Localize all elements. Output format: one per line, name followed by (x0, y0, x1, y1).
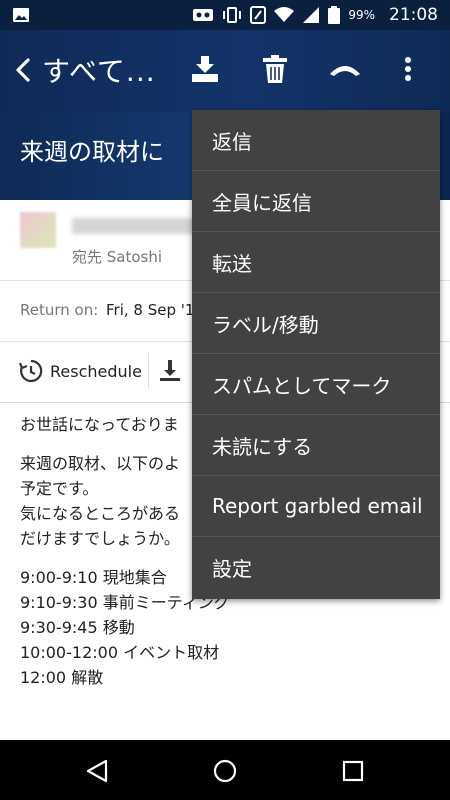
menu-item-reply-all[interactable]: 全員に返信 (192, 171, 440, 232)
system-nav-bar (0, 740, 450, 800)
nav-back-icon[interactable] (84, 758, 110, 784)
status-bar: 99% 21:08 (0, 0, 450, 30)
trash-icon[interactable] (258, 52, 292, 86)
return-on-label: Return on: (20, 301, 99, 319)
menu-item-mark-unread[interactable]: 未読にする (192, 415, 440, 476)
clock: 21:08 (389, 5, 438, 25)
nfc-icon (250, 6, 267, 24)
action-divider (148, 354, 149, 388)
snooze-boomerang-icon[interactable] (328, 52, 362, 86)
wifi-icon (274, 7, 295, 22)
nav-recents-icon[interactable] (340, 758, 366, 784)
body-line: 来週の取材、以下のよ (20, 454, 181, 473)
body-line: だけますでしょうか。 (20, 529, 180, 548)
menu-item-label-move[interactable]: ラベル/移動 (192, 293, 440, 354)
overflow-menu-icon[interactable] (398, 52, 418, 86)
image-notification-icon (13, 8, 29, 22)
menu-item-forward[interactable]: 転送 (192, 232, 440, 293)
reschedule-label: Reschedule (50, 361, 142, 381)
toolbar-title[interactable]: すべて... (42, 50, 156, 90)
voicemail-icon (193, 9, 214, 21)
back-chevron-icon[interactable] (10, 56, 38, 84)
return-on-date: Fri, 8 Sep '1 (106, 301, 195, 319)
menu-item-reply[interactable]: 返信 (192, 110, 440, 171)
body-line: お世話になっておりま (20, 415, 179, 434)
vibrate-icon (223, 7, 242, 23)
reschedule-button[interactable]: Reschedule (18, 358, 142, 384)
menu-item-settings[interactable]: 設定 (192, 537, 440, 598)
reschedule-clock-icon (18, 359, 43, 383)
download-icon[interactable] (158, 358, 182, 382)
battery-percent: 99% (348, 8, 375, 22)
archive-icon[interactable] (188, 52, 222, 86)
schedule-line: 12:00 解散 (20, 668, 104, 687)
menu-item-mark-spam[interactable]: スパムとしてマーク (192, 354, 440, 415)
body-line: 予定です。 (20, 479, 99, 498)
body-line: 気になるところがある (20, 504, 181, 523)
sender-avatar[interactable] (20, 212, 56, 248)
overflow-menu: 返信 全員に返信 転送 ラベル/移動 スパムとしてマーク 未読にする Repor… (192, 110, 440, 599)
schedule-line: 9:30-9:45 移動 (20, 618, 135, 637)
recipient-line: 宛先 Satoshi (72, 248, 163, 266)
email-subject: 来週の取材に (20, 138, 164, 166)
nav-home-icon[interactable] (212, 758, 238, 784)
battery-icon (328, 6, 341, 24)
signal-icon (303, 7, 320, 23)
menu-item-report-garbled[interactable]: Report garbled email (192, 476, 440, 537)
schedule-line: 9:00-9:10 現地集合 (20, 568, 167, 587)
schedule-line: 10:00-12:00 イベント取材 (20, 643, 220, 662)
app-toolbar: すべて... (0, 30, 450, 112)
